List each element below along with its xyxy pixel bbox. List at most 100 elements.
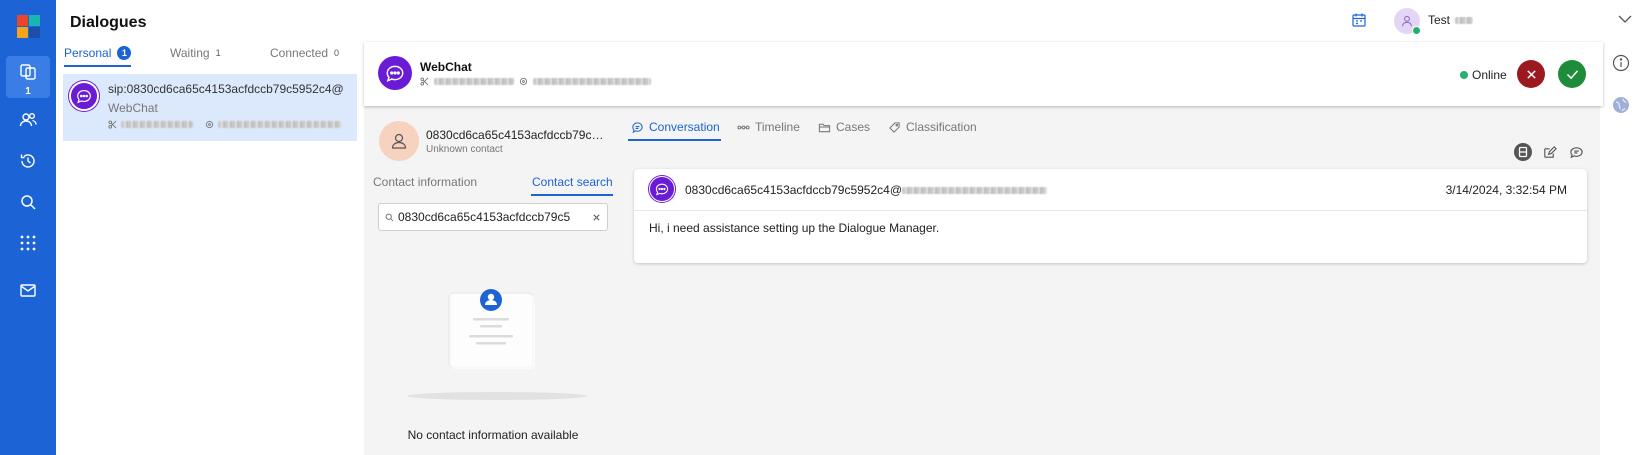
person-icon — [391, 133, 407, 149]
dialogue-meta — [108, 120, 342, 129]
check-icon — [1566, 69, 1578, 79]
chat-icon — [632, 121, 643, 133]
app-logo — [17, 15, 40, 38]
edit-icon — [1543, 145, 1557, 158]
clear-icon[interactable] — [592, 213, 601, 222]
search-icon — [385, 213, 394, 221]
user-name-label: Test — [1428, 13, 1474, 27]
person-icon — [1402, 15, 1412, 27]
online-dot — [1460, 71, 1468, 79]
grid-icon — [20, 235, 36, 251]
message-body: Hi, i need assistance setting up the Dia… — [649, 221, 940, 235]
nav-item-mail[interactable] — [6, 270, 50, 310]
tab-connected-label: Connected — [270, 46, 329, 60]
webchat-avatar — [378, 56, 412, 90]
agent-status-label: Online — [1472, 68, 1507, 82]
calendar-icon[interactable] — [1351, 12, 1367, 28]
nav-item-history[interactable] — [6, 141, 50, 181]
contact-name: 0830cd6ca65c4153acfdccb79c5952c4 — [426, 128, 606, 142]
search-icon — [21, 195, 36, 210]
agent-status[interactable]: Online — [1460, 68, 1507, 82]
left-nav: 1 — [0, 0, 56, 455]
tag-icon — [205, 120, 214, 129]
redacted-text — [121, 121, 193, 128]
nav-item-dialogues[interactable]: 1 — [6, 56, 50, 98]
history-icon — [20, 154, 35, 168]
content-tab-indicator — [628, 139, 721, 141]
chevron-down-icon[interactable] — [1618, 14, 1632, 24]
redacted-text — [902, 187, 1048, 195]
page-title: Dialogues — [70, 14, 147, 31]
close-icon — [1526, 69, 1536, 79]
message-sender-address: 0830cd6ca65c4153acfdccb79c5952c4@ — [685, 183, 903, 197]
comment-icon — [1569, 146, 1583, 158]
copy-icon — [20, 64, 36, 80]
dialogue-channel: WebChat — [108, 101, 158, 115]
tab-contact-information[interactable]: Contact information — [373, 175, 477, 189]
scissors-icon — [420, 77, 429, 86]
redacted-text — [218, 121, 342, 128]
nav-item-search[interactable] — [6, 182, 50, 222]
accept-button[interactable] — [1558, 60, 1586, 88]
user-name: Test — [1428, 13, 1451, 27]
tab-classification-label: Classification — [906, 120, 977, 134]
dialogue-list-item[interactable]: sip:0830cd6ca65c4153acfdccb79c5952c4@ We… — [63, 74, 357, 141]
tab-active-indicator — [64, 65, 131, 67]
message-timestamp: 3/14/2024, 3:32:54 PM — [1445, 183, 1567, 197]
side-tab-indicator — [531, 194, 613, 196]
tab-waiting[interactable]: Waiting 1 — [170, 46, 221, 60]
dialogue-title: sip:0830cd6ca65c4153acfdccb79c5952c4@ — [108, 82, 344, 96]
tab-connected-count: 0 — [334, 48, 340, 58]
scissors-icon — [108, 120, 117, 129]
nav-badge-count: 1 — [25, 86, 31, 97]
chat-bubble-icon — [386, 65, 404, 82]
webchat-avatar — [69, 81, 99, 111]
online-status-dot — [1412, 26, 1421, 35]
contact-search-input[interactable] — [398, 210, 578, 224]
contact-avatar — [379, 121, 419, 161]
contact-search-box — [378, 203, 608, 231]
tab-waiting-count: 1 — [215, 48, 221, 58]
user-avatar[interactable] — [1394, 8, 1421, 35]
conversation-title: WebChat — [420, 60, 472, 74]
tab-conversation-label: Conversation — [649, 120, 720, 134]
tab-cases-label: Cases — [836, 120, 871, 134]
users-icon — [19, 113, 37, 127]
timeline-icon — [737, 125, 750, 129]
nav-item-apps[interactable] — [6, 223, 50, 263]
contact-subtitle: Unknown contact — [426, 144, 503, 155]
empty-contact-illustration — [407, 289, 587, 400]
conversation-meta — [420, 77, 651, 86]
tab-cases[interactable]: Cases — [818, 120, 870, 134]
tab-classification[interactable]: Classification — [888, 120, 977, 134]
chat-bubble-icon — [655, 183, 669, 196]
transcript-button[interactable] — [1513, 142, 1533, 162]
conversation-header: WebChat Online — [364, 42, 1603, 106]
record-icon — [1514, 143, 1532, 161]
tab-personal[interactable]: Personal 1 — [64, 46, 132, 60]
globe-icon[interactable] — [1612, 96, 1630, 114]
comment-button[interactable] — [1566, 142, 1586, 162]
tab-personal-count: 1 — [117, 46, 132, 60]
empty-state-text: No contact information available — [407, 428, 579, 442]
folder-icon — [818, 123, 831, 132]
dialogue-tabs: Personal 1 Waiting 1 Connected 0 — [60, 42, 356, 67]
info-icon[interactable] — [1612, 54, 1630, 72]
message-card: 0830cd6ca65c4153acfdccb79c5952c4@ 3/14/2… — [634, 169, 1587, 263]
chat-bubble-icon — [77, 90, 91, 104]
webchat-avatar — [649, 176, 675, 202]
redacted-text — [434, 78, 514, 85]
tab-conversation[interactable]: Conversation — [631, 120, 720, 134]
nav-item-contacts[interactable] — [6, 100, 50, 140]
tab-contact-search[interactable]: Contact search — [532, 175, 613, 189]
redacted-text — [1455, 17, 1474, 25]
tab-timeline[interactable]: Timeline — [737, 120, 800, 134]
tab-connected[interactable]: Connected 0 — [270, 46, 339, 60]
tab-waiting-label: Waiting — [170, 46, 210, 60]
tab-personal-label: Personal — [64, 46, 112, 60]
reject-button[interactable] — [1517, 60, 1545, 88]
mail-icon — [20, 284, 36, 297]
edit-button[interactable] — [1539, 142, 1559, 162]
redacted-text — [533, 78, 651, 85]
message-sender: 0830cd6ca65c4153acfdccb79c5952c4@ — [685, 183, 1048, 197]
